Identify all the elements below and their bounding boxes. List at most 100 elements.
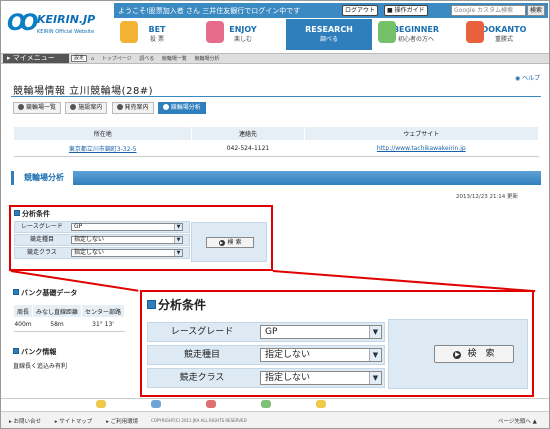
- nav-beginner[interactable]: BEGINNER 初心者の方へ: [372, 19, 460, 50]
- event-label: 競走種目: [183, 350, 220, 360]
- tab-facilities[interactable]: 施設案内: [65, 102, 108, 114]
- help-label: ヘルプ: [522, 75, 541, 82]
- chevron-down-icon: ▼: [174, 224, 182, 230]
- footer-link-sitemap[interactable]: ▸ サイトマップ: [55, 419, 99, 425]
- main-nav: BET 投 票 ENJOY 楽しむ RESEARCH 調べる BEGINNER …: [114, 19, 548, 50]
- breadcrumb-item[interactable]: 競輪場一覧: [162, 56, 187, 62]
- tab-sales[interactable]: 発売案内: [111, 102, 154, 114]
- event-select-zoomed[interactable]: 指定しない ▼: [260, 348, 382, 362]
- table-header: 周長: [12, 304, 34, 318]
- website-link[interactable]: http://www.tachikawakeirin.jp: [377, 145, 466, 152]
- search-circle-icon: ▶: [453, 351, 462, 359]
- grade-select[interactable]: GP ▼: [71, 223, 183, 231]
- cyclist-icon: [316, 400, 326, 408]
- table-header: みなし直線距離: [32, 304, 83, 318]
- logo-text: KEIRIN.JP: [37, 13, 96, 26]
- arrow-up-icon: ▲: [530, 419, 537, 425]
- analysis-search-button[interactable]: ▶ 検 索: [206, 237, 254, 248]
- class-value: 指定しない: [74, 249, 105, 256]
- class-select[interactable]: 指定しない ▼: [71, 249, 183, 257]
- title-divider: [11, 96, 541, 97]
- tab-label: 発売案内: [124, 104, 149, 111]
- tab-bar: 競輪場一覧 施設案内 発売案内 競輪場分析: [13, 102, 208, 115]
- footer-decoration: [1, 398, 549, 410]
- home-icon: ⌂: [91, 56, 95, 62]
- grade-row: レースグレード GP ▼: [14, 221, 190, 233]
- dokanto-icon: [466, 21, 484, 43]
- footer-links: ▸ お問い合せ ▸ サイトマップ ▸ ご利用環境: [9, 417, 150, 425]
- section-title: 競輪場分析: [11, 171, 73, 185]
- table-header: センター部路: [81, 304, 126, 318]
- callout-line-right: [272, 270, 536, 293]
- tab-bullet-icon: [70, 104, 77, 110]
- chevron-down-icon: ▼: [174, 237, 182, 243]
- tab-list[interactable]: 競輪場一覧: [13, 102, 62, 114]
- bank-info-title: バンク情報: [13, 347, 56, 357]
- event-value: 指定しない: [74, 236, 105, 243]
- cyclist-icon: [151, 400, 161, 408]
- square-icon: [13, 348, 19, 354]
- breadcrumb: ⌂ トップページ 調べる 競輪場一覧 競輪場分析: [91, 55, 226, 62]
- tab-analysis[interactable]: 競輪場分析: [157, 102, 206, 114]
- search-button[interactable]: 検索: [527, 5, 545, 16]
- class-select-zoomed[interactable]: 指定しない ▼: [260, 371, 382, 385]
- cyclist-icon: [96, 400, 106, 408]
- table-header: ウェブサイト: [303, 126, 540, 141]
- footer-link-environment[interactable]: ▸ ご利用環境: [106, 419, 144, 425]
- chevron-down-icon: ▼: [369, 326, 381, 338]
- settings-button[interactable]: 設定: [71, 55, 88, 62]
- bank-info-text: 直線長く追込み有利: [13, 363, 68, 370]
- nav-research[interactable]: RESEARCH 調べる: [286, 19, 372, 50]
- logo-subtext: KEIRIN Official Website: [37, 29, 95, 35]
- chevron-down-icon: ▼: [174, 250, 182, 256]
- event-value: 指定しない: [265, 350, 311, 360]
- guide-label: 操作ガイド: [394, 7, 425, 14]
- class-value: 指定しない: [265, 373, 311, 383]
- nav-bet[interactable]: BET 投 票: [114, 19, 200, 50]
- bank-data-title: バンク基礎データ: [13, 288, 77, 298]
- grade-label: レースグレード: [170, 327, 234, 337]
- grade-value: GP: [265, 327, 278, 337]
- breadcrumb-item[interactable]: 調べる: [139, 56, 154, 62]
- logout-button[interactable]: ログアウト: [342, 5, 379, 16]
- bank-info-title-text: バンク情報: [21, 348, 57, 356]
- site-logo[interactable]: OO KEIRIN.JP KEIRIN Official Website: [7, 9, 117, 43]
- my-menu-button[interactable]: ▸ マイメニュー: [3, 54, 69, 63]
- my-menu-bar: ▸ マイメニュー 設定 ⌂ トップページ 調べる 競輪場一覧 競輪場分析: [1, 53, 549, 64]
- nav-title: RESEARCH: [305, 25, 353, 34]
- cyclist-icon: [261, 400, 271, 408]
- tab-label: 施設案内: [78, 104, 103, 111]
- top-bar: ようこそ!股票加入者 さん 三井住友銀行でログイン中です ログアウト ■ 操作ガ…: [114, 3, 548, 18]
- grade-select-zoomed[interactable]: GP ▼: [260, 325, 382, 339]
- event-select[interactable]: 指定しない ▼: [71, 236, 183, 244]
- analysis-title: 分析条件: [14, 209, 50, 219]
- table-cell: 400m: [13, 317, 33, 332]
- tab-bullet-icon: [162, 104, 169, 110]
- guide-icon: ■: [387, 7, 395, 14]
- analysis-panel: 分析条件 レースグレード GP ▼ 競走種目 指定しない ▼ 競走クラス 指定しない…: [9, 205, 273, 271]
- analysis-title-zoomed: 分析条件: [147, 296, 206, 313]
- event-row-zoomed: 競走種目 指定しない ▼: [147, 345, 385, 365]
- nav-enjoy[interactable]: ENJOY 楽しむ: [200, 19, 286, 50]
- chevron-down-icon: ▼: [369, 349, 381, 361]
- page-top-link[interactable]: ページ先頭へ ▲: [498, 417, 537, 425]
- event-row: 競走種目 指定しない ▼: [14, 234, 190, 246]
- help-link[interactable]: ◉ ヘルプ: [515, 73, 540, 82]
- search-input[interactable]: Google カスタム検索: [451, 5, 526, 16]
- updated-timestamp: 2013/12/23 21:14 更新: [456, 194, 519, 200]
- event-label: 競走種目: [29, 236, 54, 243]
- breadcrumb-item[interactable]: トップページ: [102, 56, 132, 62]
- class-row-zoomed: 競走クラス 指定しない ▼: [147, 368, 385, 388]
- address-link[interactable]: 東京都立川市錦町3-32-5: [69, 146, 137, 153]
- nav-dokanto[interactable]: DOKANTO 重勝式: [460, 19, 548, 50]
- enjoy-icon: [206, 21, 224, 43]
- footer-link-contact[interactable]: ▸ お問い合せ: [9, 419, 47, 425]
- table-header: 所在地: [12, 126, 193, 141]
- analysis-search-button-zoomed[interactable]: ▶ 検 索: [434, 345, 514, 363]
- logo-mark-icon: OO: [7, 11, 39, 36]
- bank-data-title-text: バンク基礎データ: [21, 289, 78, 297]
- tab-bullet-icon: [18, 104, 24, 110]
- guide-button[interactable]: ■ 操作ガイド: [384, 5, 428, 16]
- search-button-label: 検 索: [467, 349, 495, 359]
- table-cell: 58m: [32, 317, 82, 332]
